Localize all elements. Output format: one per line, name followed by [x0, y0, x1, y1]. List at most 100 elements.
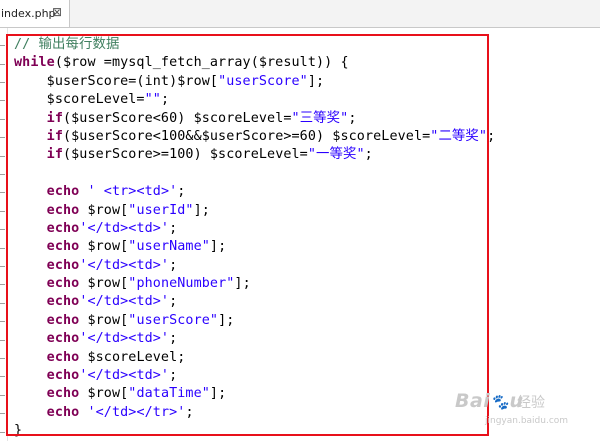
code-token: ;: [487, 128, 496, 144]
code-line[interactable]: echo'</td><td>';: [14, 330, 495, 348]
code-token: ;: [169, 220, 178, 236]
gutter-marker: [0, 100, 5, 102]
code-token: ];: [209, 239, 227, 255]
code-token: ];: [193, 202, 210, 218]
code-token: "三等奖": [291, 110, 349, 126]
gutter-marker: [0, 137, 5, 139]
code-token: "": [144, 92, 161, 108]
code-token: echo: [46, 404, 80, 420]
code-line[interactable]: [14, 165, 495, 183]
code-token: $row[: [79, 312, 129, 328]
line-number-gutter: [0, 28, 8, 441]
code-token: '</td><td>': [79, 294, 170, 310]
tab-index-php[interactable]: index.php ⊠: [0, 0, 70, 27]
code-line[interactable]: echo $row["userName"];: [14, 238, 495, 256]
code-token: '</td><td>': [79, 331, 170, 347]
code-line[interactable]: if($userScore<100&&$userScore>=60) $scor…: [14, 128, 495, 146]
close-icon[interactable]: ⊠: [52, 5, 62, 19]
code-token: // 输出每行数据: [14, 37, 120, 52]
gutter-marker: [0, 210, 5, 212]
code-token: if: [46, 110, 63, 126]
gutter-marker: [0, 192, 5, 194]
code-line[interactable]: echo $row["dataTime"];: [14, 385, 495, 403]
code-token: echo: [46, 257, 80, 273]
code-token: '</td></tr>': [87, 404, 186, 420]
code-token: ;: [169, 294, 178, 310]
gutter-marker: [0, 413, 5, 415]
code-token: ];: [307, 73, 325, 89]
code-token: echo: [46, 386, 80, 402]
code-line[interactable]: echo ' <tr><td>';: [14, 183, 495, 201]
gutter-marker: [0, 302, 5, 304]
code-token: ($userScore<60) $scoreLevel=: [62, 110, 292, 126]
code-token: ];: [218, 312, 235, 328]
code-token: "userName": [128, 239, 210, 255]
code-line[interactable]: echo $row["userId"];: [14, 202, 495, 220]
gutter-marker: [0, 376, 5, 378]
code-token: echo: [46, 276, 80, 292]
gutter-marker: [0, 358, 5, 359]
code-token: while: [14, 55, 55, 71]
gutter-marker: [0, 63, 5, 65]
code-line[interactable]: echo'</td><td>';: [14, 257, 495, 275]
gutter-marker: [0, 174, 5, 175]
code-token: ;: [169, 368, 178, 384]
code-token: "userId": [128, 202, 194, 218]
code-token: ;: [160, 92, 170, 108]
watermark-subtitle: 经验: [517, 395, 545, 411]
code-token: ($userScore>=100) $scoreLevel=: [62, 147, 308, 163]
code-token: echo: [46, 220, 80, 236]
code-token: echo: [46, 312, 80, 328]
code-token: '</td><td>': [79, 257, 170, 273]
code-token: "phoneNumber": [128, 276, 235, 292]
code-token: echo: [46, 368, 80, 384]
code-line[interactable]: $userScore=(int)$row["userScore"];: [14, 73, 495, 91]
code-token: "dataTime": [128, 386, 210, 402]
code-token: ;: [169, 331, 178, 347]
code-line[interactable]: echo'</td><td>';: [14, 293, 495, 311]
code-token: $userScore=(int)$row[: [46, 73, 219, 89]
code-token: echo: [46, 239, 80, 255]
gutter-marker: [0, 394, 5, 396]
gutter-marker: [0, 247, 5, 249]
code-token: $scoreLevel=: [46, 92, 145, 108]
gutter-marker: [0, 82, 5, 83]
gutter-marker: [0, 431, 5, 433]
code-line[interactable]: }: [14, 422, 495, 440]
code-token: ($userScore<100&&$userScore>=60) $scoreL…: [62, 128, 431, 144]
code-token: $row[: [79, 239, 129, 255]
code-token: }: [14, 423, 23, 439]
code-line[interactable]: if($userScore>=100) $scoreLevel="一等奖";: [14, 146, 495, 164]
gutter-marker: [0, 118, 5, 120]
code-area[interactable]: // 输出每行数据 while($row =mysql_fetch_array($…: [14, 36, 495, 441]
code-line[interactable]: echo'</td><td>';: [14, 220, 495, 238]
code-line[interactable]: while($row =mysql_fetch_array($result)) …: [14, 54, 495, 72]
code-token: $row[: [79, 202, 129, 218]
code-token: if: [46, 147, 63, 163]
code-token: echo: [46, 349, 80, 365]
tab-label: index.php: [1, 7, 56, 20]
code-token: ];: [234, 276, 251, 292]
code-line[interactable]: echo '</td></tr>';: [14, 404, 495, 422]
code-token: echo: [46, 202, 80, 218]
code-token: if: [46, 128, 63, 144]
code-line[interactable]: if($userScore<60) $scoreLevel="三等奖";: [14, 110, 495, 128]
gutter-marker: [0, 155, 5, 157]
code-line[interactable]: $scoreLevel="";: [14, 91, 495, 109]
code-token: "二等奖": [430, 128, 488, 144]
watermark-logo: Bai🐾u: [455, 390, 524, 412]
code-token: ;: [185, 404, 194, 420]
code-line[interactable]: echo $scoreLevel;: [14, 349, 495, 367]
code-editor[interactable]: // 输出每行数据 while($row =mysql_fetch_array($…: [0, 28, 600, 441]
code-token: echo: [46, 294, 80, 310]
code-token: ($row =mysql_fetch_array($result)) {: [54, 55, 349, 71]
editor-tab-bar: index.php ⊠: [0, 0, 600, 28]
baidu-jingyan-watermark: Bai🐾u 经验 jingyan.baidu.com: [455, 384, 595, 434]
code-line[interactable]: echo $row["phoneNumber"];: [14, 275, 495, 293]
code-token: ;: [364, 147, 373, 163]
code-line[interactable]: echo $row["userScore"];: [14, 312, 495, 330]
code-line[interactable]: echo'</td><td>';: [14, 367, 495, 385]
gutter-marker: [0, 229, 5, 231]
code-line[interactable]: // 输出每行数据: [14, 36, 495, 54]
watermark-url: jingyan.baidu.com: [485, 416, 569, 426]
